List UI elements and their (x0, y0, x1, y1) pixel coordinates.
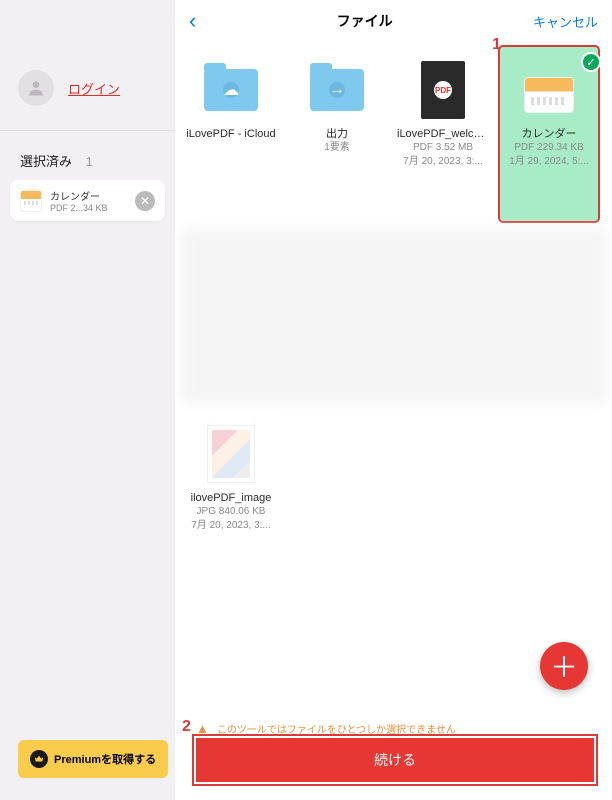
crown-icon (30, 750, 48, 768)
add-button[interactable]: ＋ (540, 642, 588, 690)
folder-tile[interactable]: → 出力 1要素 (287, 46, 387, 222)
continue-button[interactable]: 続ける (196, 738, 594, 782)
image-icon (207, 425, 255, 483)
selected-file-name: カレンダー (50, 188, 127, 203)
selected-file-chip[interactable]: カレンダー PDF 2...34 KB ✕ (10, 180, 165, 221)
selected-header: 選択済み 1 (0, 131, 175, 180)
warning-text: このツールではファイルをひとつしか選択できません (217, 721, 456, 736)
pdf-icon: PDF (421, 61, 465, 119)
sidebar: ログイン 選択済み 1 カレンダー PDF 2...34 KB ✕ Premiu… (0, 0, 175, 800)
login-link[interactable]: ログイン (68, 79, 120, 98)
tile-name: ilovePDF_image (185, 492, 277, 505)
annotation-marker-2: 2 (182, 718, 191, 736)
top-bar: ‹ ファイル キャンセル (175, 0, 612, 42)
page-title: ファイル (196, 11, 533, 31)
selected-label: 選択済み (20, 154, 72, 169)
calendar-icon (20, 190, 42, 212)
profile-section: ログイン (0, 0, 175, 130)
warning-icon: ▲ (196, 721, 209, 736)
selected-count: 1 (86, 154, 93, 169)
tile-meta: PDF 3.52 MB (397, 141, 489, 155)
folder-tile[interactable]: ☁ iLovePDF - iCloud (181, 46, 281, 222)
tile-name: 出力 (291, 128, 383, 141)
back-button[interactable]: ‹ (189, 8, 196, 34)
selected-file-text: カレンダー PDF 2...34 KB (50, 188, 127, 213)
premium-button[interactable]: Premiumを取得する (18, 740, 168, 778)
cancel-button[interactable]: キャンセル (533, 12, 598, 31)
tile-name: iLovePDF_welcome (397, 128, 489, 141)
avatar-icon (18, 70, 54, 106)
tile-meta: 1要素 (291, 141, 383, 155)
warning-banner: ▲ このツールではファイルをひとつしか選択できません (196, 721, 594, 736)
tile-name: iLovePDF - iCloud (185, 128, 277, 141)
file-grid: ☁ iLovePDF - iCloud → 出力 1要素 PDF iLovePD… (175, 42, 612, 590)
selected-file-meta: PDF 2...34 KB (50, 203, 127, 213)
tile-date: 1月 29, 2024, 5:... (503, 155, 595, 169)
tile-meta: PDF 229.34 KB (503, 141, 595, 155)
premium-label: Premiumを取得する (54, 751, 156, 767)
tile-name: カレンダー (503, 128, 595, 141)
file-tile-selected[interactable]: ✓ カレンダー PDF 229.34 KB 1月 29, 2024, 5:... (499, 46, 599, 222)
file-tile[interactable]: ilovePDF_image JPG 840.06 KB 7月 20, 2023… (181, 410, 281, 586)
calendar-icon (524, 77, 574, 113)
placeholder-row (181, 228, 606, 404)
remove-icon[interactable]: ✕ (135, 191, 155, 211)
tile-date: 7月 20, 2023, 3:... (185, 519, 277, 533)
tile-meta: JPG 840.06 KB (185, 505, 277, 519)
folder-icon: → (310, 69, 364, 111)
folder-icon: ☁ (204, 69, 258, 111)
annotation-marker-1: 1 (492, 36, 501, 54)
check-icon: ✓ (581, 52, 601, 72)
tile-date: 7月 20, 2023, 3:... (397, 155, 489, 169)
file-tile[interactable]: PDF iLovePDF_welcome PDF 3.52 MB 7月 20, … (393, 46, 493, 222)
